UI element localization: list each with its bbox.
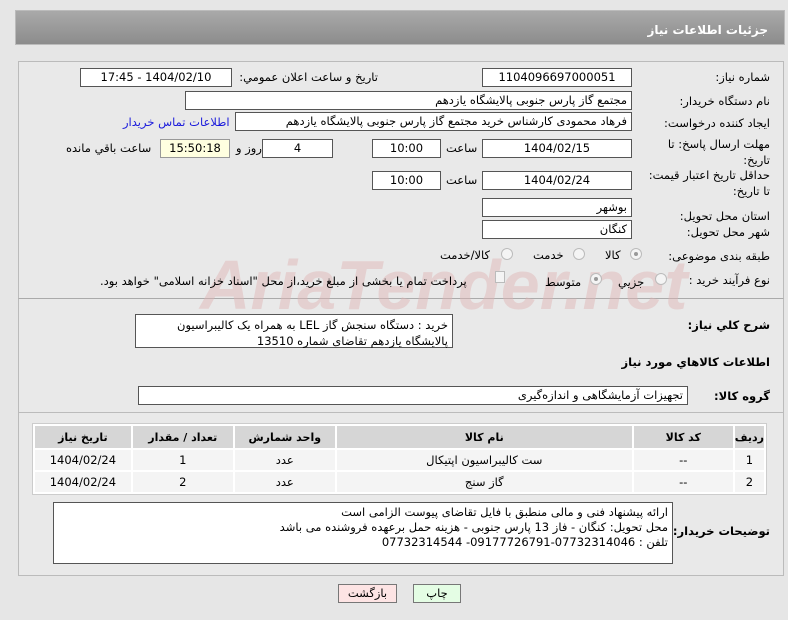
cell-row: 2 (734, 472, 764, 492)
deadline-label: مهلت ارسال پاسخ: تا تاریخ: (667, 137, 770, 167)
cell-code: -- (633, 472, 733, 492)
notes-textarea[interactable]: ارائه پیشنهاد فنی و مالی منطبق با فایل ت… (53, 502, 673, 564)
creator-field: فرهاد محمودی کارشناس خرید مجتمع گاز پارس… (235, 112, 632, 131)
col-row: رديف (734, 426, 764, 448)
description-textarea[interactable]: خرید : دستگاه سنجش گاز LEL به همراه یک ک… (135, 314, 453, 348)
category-service-label: خدمت (533, 248, 564, 262)
cell-qty: 2 (132, 472, 233, 492)
cell-qty: 1 (132, 450, 233, 470)
goods-group-field: تجهیزات آزمایشگاهی و اندازه‌گیری (138, 386, 688, 405)
print-button[interactable]: چاپ (413, 584, 461, 603)
back-button[interactable]: بازگشت (338, 584, 397, 603)
table-row: 2 -- گاز سنج عدد 2 1404/02/24 (35, 472, 764, 492)
goods-table: رديف کد کالا نام کالا واحد شمارش تعداد /… (32, 423, 767, 495)
goods-group-label: گروه کالا: (714, 389, 770, 403)
category-radio-service[interactable] (573, 248, 585, 260)
cell-unit: عدد (234, 472, 335, 492)
days-remaining-field: 4 (262, 139, 333, 158)
creator-label: ایجاد کننده درخواست: (664, 116, 770, 130)
validity-label: حداقل تاریخ اعتبار قیمت: تا تاریخ: (648, 168, 770, 198)
need-number-field: 1104096697000051 (482, 68, 632, 87)
remaining-label: ساعت باقي مانده (66, 141, 152, 155)
deadline-time-field: 10:00 (372, 139, 441, 158)
col-date: تاريخ نياز (35, 426, 131, 448)
validity-time-label: ساعت (446, 173, 478, 187)
process-label: نوع فرآيند خريد : (688, 273, 770, 287)
announce-label: تاریخ و ساعت اعلان عمومي: (239, 70, 378, 84)
deadline-time-label: ساعت (446, 141, 478, 155)
cell-date: 1404/02/24 (35, 450, 131, 470)
page-header: جزئیات اطلاعات نیاز (15, 10, 785, 45)
cell-unit: عدد (234, 450, 335, 470)
buyer-contact-link[interactable]: اطلاعات تماس خریدار (123, 115, 230, 129)
category-label: طبقه بندی موضوعی: (668, 249, 770, 263)
announce-field: 1404/02/10 - 17:45 (80, 68, 232, 87)
days-label: روز و (236, 141, 262, 155)
buyer-org-field: مجتمع گاز پارس جنوبی پالایشگاه یازدهم (185, 91, 632, 110)
category-radio-goods[interactable] (630, 248, 642, 260)
col-name: نام کالا (336, 426, 632, 448)
cell-date: 1404/02/24 (35, 472, 131, 492)
notes-label: توضيحات خريدار: (672, 524, 770, 538)
process-medium-label: متوسط (545, 275, 582, 289)
col-code: کد کالا (633, 426, 733, 448)
deadline-date-field: 1404/02/15 (482, 139, 632, 158)
table-row: 1 -- ست کالیبراسیون اپتیکال عدد 1 1404/02/24 (35, 450, 764, 470)
category-radio-both[interactable] (501, 248, 513, 260)
process-radio-medium[interactable] (590, 273, 602, 285)
remaining-time-field: 15:50:18 (160, 139, 230, 158)
validity-time-field: 10:00 (372, 171, 441, 190)
page-title: جزئیات اطلاعات نیاز (647, 23, 768, 37)
cell-code: -- (633, 450, 733, 470)
goods-heading: اطلاعات کالاهاي مورد نياز (621, 355, 770, 369)
process-minor-label: جزيي (618, 275, 645, 289)
description-label: شرح کلي نياز: (687, 318, 770, 332)
cell-name: گاز سنج (336, 472, 632, 492)
buyer-org-label: نام دستگاه خريدار: (679, 94, 770, 108)
need-number-label: شماره نیاز: (715, 70, 770, 84)
validity-date-field: 1404/02/24 (482, 171, 632, 190)
col-unit: واحد شمارش (234, 426, 335, 448)
city-label: شهر محل تحویل: (686, 225, 770, 239)
province-label: استان محل تحویل: (679, 209, 770, 223)
process-radio-minor[interactable] (655, 273, 667, 285)
category-both-label: کالا/خدمت (440, 248, 491, 262)
treasury-checkbox[interactable] (495, 271, 505, 283)
payment-note: پرداخت تمام یا بخشی از مبلغ خرید،از محل … (100, 274, 467, 288)
cell-row: 1 (734, 450, 764, 470)
cell-name: ست کالیبراسیون اپتیکال (336, 450, 632, 470)
province-field: بوشهر (482, 198, 632, 217)
city-field: کنگان (482, 220, 632, 239)
category-goods-label: کالا (605, 248, 621, 262)
col-qty: تعداد / مقدار (132, 426, 233, 448)
